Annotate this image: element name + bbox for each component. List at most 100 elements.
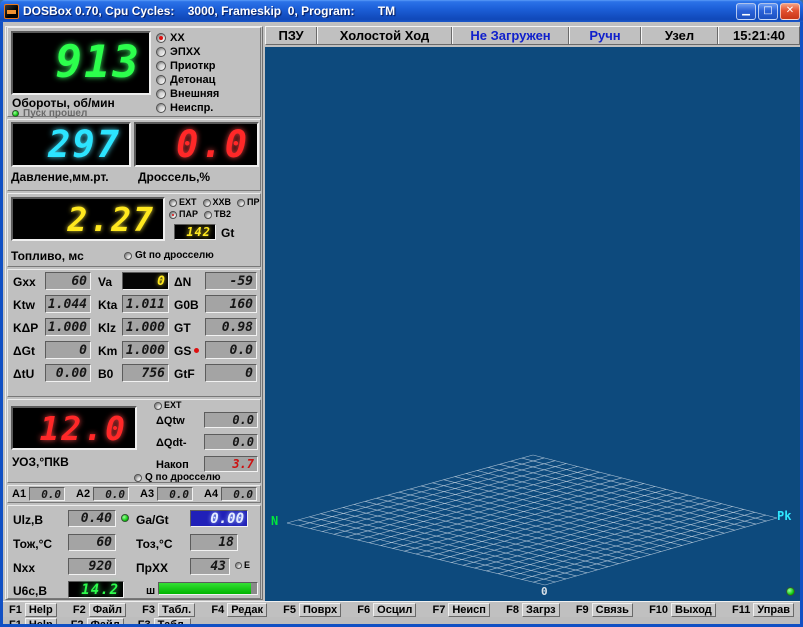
param-value: 0	[205, 364, 257, 382]
ubc-label: U6c,B	[13, 585, 47, 598]
toz-label: Тоз,°С	[136, 538, 173, 551]
fkey-f2[interactable]: F2Файл	[73, 603, 126, 617]
start-status: Пуск прошел	[12, 108, 87, 119]
radio-icon	[134, 474, 142, 482]
q-throttle-mode[interactable]: Q по дросселю	[134, 472, 221, 483]
function-key-bar: F1Help F2Файл F3Табл. F4Редак F5Поврх F6…	[3, 601, 800, 617]
maximize-icon: □	[763, 6, 772, 16]
fkey-f3[interactable]: F3Табл.	[142, 603, 195, 617]
radio-icon	[154, 402, 162, 410]
fuel-mode-row-2: ПАР ТВ2	[169, 210, 231, 220]
menu-item-not-loaded[interactable]: Не Загружен	[453, 27, 568, 44]
dqtw-label: ΔQtw	[156, 415, 185, 427]
radio-icon	[204, 211, 212, 219]
mode-xx[interactable]: XX	[156, 31, 219, 45]
dos-screen: 913 Обороты, об/мин Пуск прошел XX ЭПХХ	[3, 22, 800, 624]
e-mode[interactable]: E	[235, 561, 250, 571]
gagt-label: Ga/Gt	[136, 514, 169, 527]
ignition-ext-mode[interactable]: EXT	[154, 401, 182, 411]
param-value: 756	[122, 364, 169, 382]
fkey-f6[interactable]: F6Осцил	[357, 603, 416, 617]
param-value: -59	[205, 272, 257, 290]
adc-section: A1 0.0 A2 0.0 A3 0.0 A4 0.0	[7, 485, 261, 503]
pressure-label: Давление,мм.рт.	[11, 171, 109, 184]
origin-label: 0	[541, 586, 548, 597]
mode-pr[interactable]: ПР	[237, 198, 259, 208]
throttle-label: Дроссель,%	[138, 171, 210, 184]
mode-neispr[interactable]: Неиспр.	[156, 101, 219, 115]
fkey-f11[interactable]: F11Управ	[732, 603, 794, 617]
radio-icon	[237, 199, 245, 207]
fkey-f4[interactable]: F4Редак	[211, 603, 267, 617]
param-value: 160	[205, 295, 257, 313]
toz-value: 18	[190, 534, 238, 551]
dosbox-window: DOSBox 0.70, Cpu Cycles: 3000, Frameskip…	[0, 0, 803, 627]
fkey-f8[interactable]: F8Загрз	[506, 603, 559, 617]
mode-epxx[interactable]: ЭПХХ	[156, 45, 219, 59]
dqtw-value: 0.0	[204, 412, 258, 428]
nxx-value: 920	[68, 558, 116, 575]
mode-vneshnyaya[interactable]: Внешняя	[156, 87, 219, 101]
pressure-display: 297	[11, 122, 131, 167]
load-bar	[158, 582, 258, 595]
mode-xxb[interactable]: XXB	[203, 198, 232, 208]
load-bar-fill	[159, 583, 251, 594]
param-label: KΔP	[13, 322, 38, 335]
menu-item-pzu[interactable]: ПЗУ	[266, 27, 316, 44]
ignition-label: УОЗ,°ПКВ	[12, 456, 69, 469]
param-label: Gxx	[13, 276, 36, 289]
radio-icon	[203, 199, 211, 207]
param-value: 1.044	[45, 295, 91, 313]
param-value: 1.000	[122, 318, 169, 336]
gt-label: Gt	[221, 227, 234, 240]
menu-item-manual[interactable]: Ручн	[570, 27, 640, 44]
radio-icon	[156, 33, 166, 43]
fkey-f9[interactable]: F9Связь	[576, 603, 633, 617]
param-label: GtF	[174, 368, 195, 381]
close-button[interactable]: ✕	[780, 3, 800, 20]
window-title: DOSBox 0.70, Cpu Cycles: 3000, Frameskip…	[23, 4, 736, 18]
param-label: Klz	[98, 322, 116, 335]
radio-icon	[156, 89, 166, 99]
param-value: 0.98	[205, 318, 257, 336]
mode-priotkr[interactable]: Приоткр	[156, 59, 219, 73]
menu-item-idle[interactable]: Холостой Ход	[318, 27, 451, 44]
bar-label: ш	[146, 585, 155, 597]
prxx-label: ПрХХ	[136, 562, 168, 575]
mode-ext[interactable]: EXT	[169, 198, 197, 208]
fkey-f1[interactable]: F1Help	[9, 603, 57, 617]
param-value: 0	[45, 341, 91, 359]
tozh-label: Тож,°С	[13, 538, 52, 551]
menu-item-node[interactable]: Узел	[642, 27, 717, 44]
fkey-f5[interactable]: F5Поврх	[283, 603, 341, 617]
fkey-f10[interactable]: F10Выход	[649, 603, 716, 617]
param-value: 0.0	[205, 341, 257, 359]
prxx-value: 43	[190, 558, 230, 575]
fuel-section: 2.27 EXT XXB ПР	[7, 193, 261, 267]
minimize-button[interactable]: ▁	[736, 3, 756, 20]
throttle-display: 0.0	[134, 122, 259, 167]
param-label: Kta	[98, 299, 117, 312]
param-label: GT	[174, 322, 191, 335]
dqdt-label: ΔQdt-	[156, 437, 187, 449]
maximize-button[interactable]: □	[758, 3, 778, 20]
radio-icon	[169, 199, 177, 207]
param-label: B0	[98, 368, 113, 381]
ulz-value: 0.40	[68, 510, 116, 527]
window-controls: ▁ □ ✕	[736, 3, 800, 20]
fkey-f7[interactable]: F7Неисп	[433, 603, 490, 617]
ulz-led-icon	[121, 514, 129, 522]
mode-par[interactable]: ПАР	[169, 210, 198, 220]
ignition-section: EXT 12.0 УОЗ,°ПКВ ΔQtw 0.0 ΔQdt- 0.0 Нак…	[7, 399, 261, 483]
gt-display: 142	[174, 224, 216, 240]
tozh-value: 60	[68, 534, 116, 551]
mode-tv2[interactable]: ТВ2	[204, 210, 231, 220]
close-icon: ✕	[786, 6, 794, 16]
surface-plot: N Pk 0	[265, 47, 800, 601]
rpm-section: 913 Обороты, об/мин Пуск прошел XX ЭПХХ	[7, 27, 261, 117]
nakop-label: Накоп	[156, 459, 189, 471]
gt-throttle-mode[interactable]: Gt по дросселю	[124, 250, 214, 261]
titlebar[interactable]: DOSBox 0.70, Cpu Cycles: 3000, Frameskip…	[0, 0, 803, 22]
mode-detonac[interactable]: Детонац	[156, 73, 219, 87]
param-value: 1.000	[45, 318, 91, 336]
